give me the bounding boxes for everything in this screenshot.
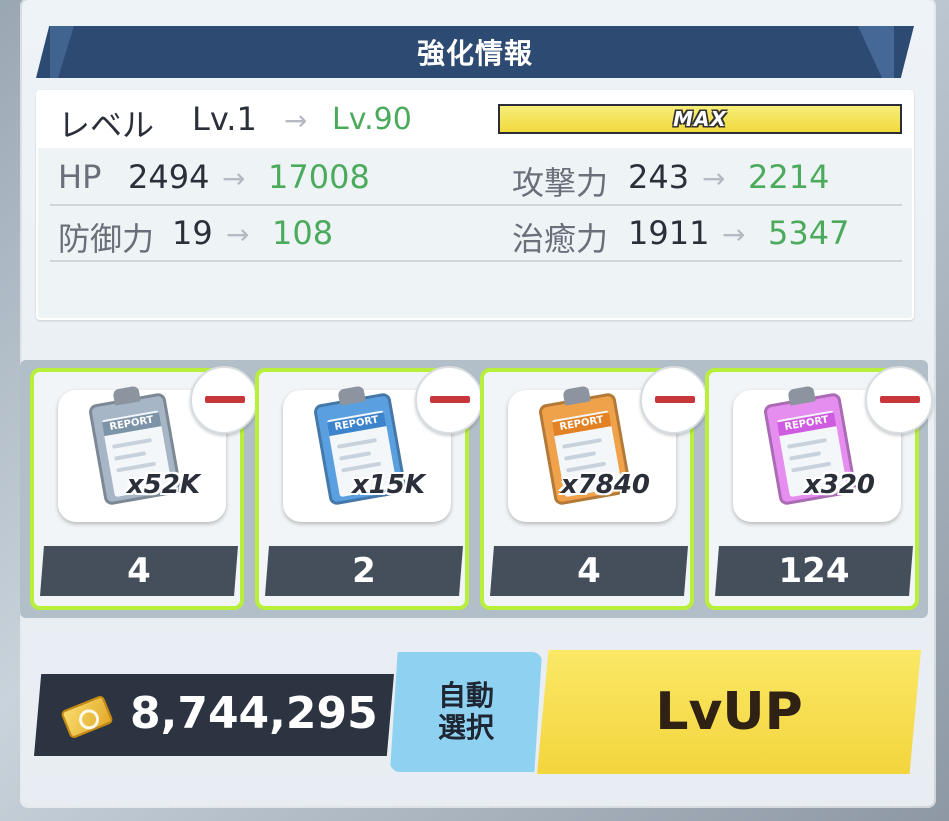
title-bar: 強化情報	[36, 26, 914, 78]
material-card-gray[interactable]: REPORT x52K 4	[30, 366, 258, 610]
stat-hp-current: 2494	[128, 158, 210, 196]
stat-atk-arrow: →	[702, 162, 726, 195]
level-max-bar: MAX	[498, 104, 902, 134]
minus-button[interactable]	[415, 366, 483, 434]
auto-select-label-line1: 自動	[437, 678, 494, 712]
panel-title: 強化情報	[416, 37, 533, 70]
stat-def-label: 防御力	[58, 220, 155, 258]
auto-select-button[interactable]: 自動 選択	[390, 652, 542, 772]
selected-count: 4	[40, 546, 238, 596]
minus-button[interactable]	[640, 366, 708, 434]
material-card-blue[interactable]: REPORT x15K 2	[255, 366, 483, 610]
credits-display: 8,744,295	[34, 674, 394, 756]
owned-quantity: x320	[803, 470, 875, 500]
stat-hp-label: HP	[58, 158, 102, 196]
material-card-purple[interactable]: REPORT x320 124	[705, 366, 933, 610]
info-box: レベル Lv.1 → Lv.90 MAX HP 2494 → 17008 攻撃力…	[36, 90, 914, 320]
selected-count: 4	[490, 546, 688, 596]
owned-quantity: x15K	[351, 470, 425, 500]
max-label: MAX	[673, 107, 727, 131]
selected-count: 2	[265, 546, 463, 596]
lvup-button[interactable]: LvUP	[537, 650, 921, 774]
selected-count: 124	[715, 546, 913, 596]
stat-atk-label: 攻撃力	[512, 164, 609, 202]
stat-hp-arrow: →	[222, 162, 246, 195]
minus-button[interactable]	[865, 366, 933, 434]
owned-quantity: x52K	[126, 470, 200, 500]
stat-atk-target: 2214	[748, 158, 830, 196]
stat-def-target: 108	[272, 214, 334, 252]
level-label: レベル	[58, 106, 155, 144]
stat-def-arrow: →	[226, 218, 250, 251]
credits-value: 8,744,295	[130, 688, 378, 739]
material-card-orange[interactable]: REPORT x7840 4	[480, 366, 708, 610]
minus-button[interactable]	[190, 366, 258, 434]
auto-select-label-line2: 選択	[437, 711, 494, 744]
level-arrow: →	[284, 104, 308, 137]
level-target: Lv.90	[332, 102, 412, 137]
level-row: レベル Lv.1 → Lv.90 MAX	[38, 92, 912, 148]
level-current: Lv.1	[192, 100, 257, 138]
owned-quantity: x7840	[560, 470, 650, 500]
stat-heal-label: 治癒力	[512, 220, 609, 258]
stat-def-current: 19	[172, 214, 213, 252]
credit-coin-icon	[60, 694, 114, 740]
stat-hp-target: 17008	[268, 158, 370, 196]
stat-heal-target: 5347	[768, 214, 850, 252]
stat-divider	[50, 260, 902, 262]
stat-heal-arrow: →	[722, 218, 746, 251]
lvup-label: LvUP	[655, 682, 803, 742]
stat-divider	[50, 204, 902, 206]
stat-heal-current: 1911	[628, 214, 710, 252]
stat-atk-current: 243	[628, 158, 690, 196]
